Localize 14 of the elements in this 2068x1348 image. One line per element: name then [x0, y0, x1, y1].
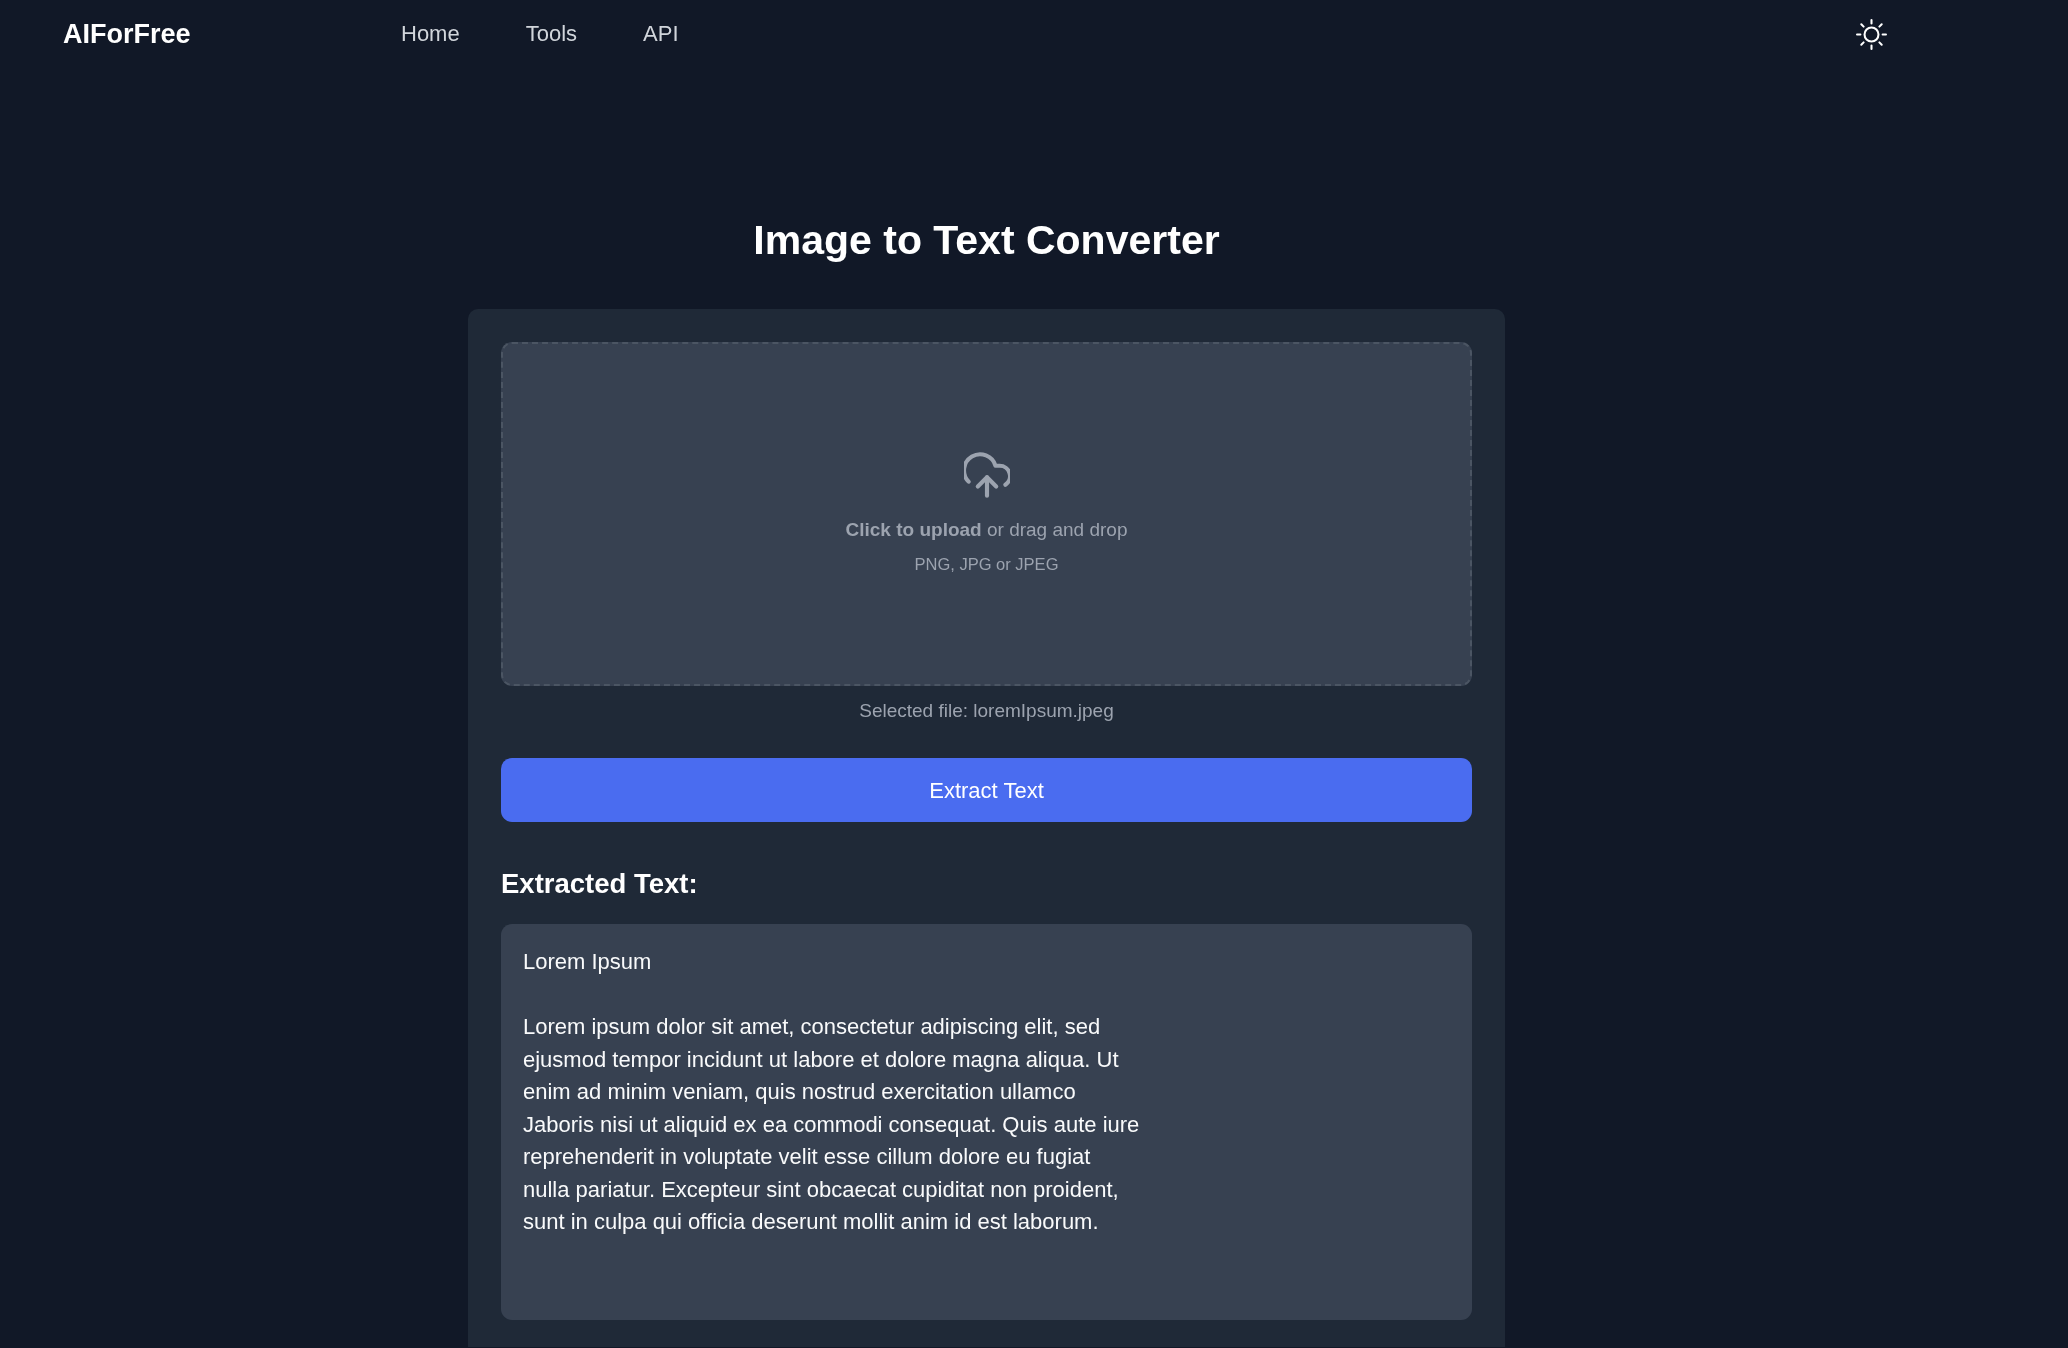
nav-link[interactable]: Tools — [525, 19, 578, 49]
selected-file-label: Selected file: loremIpsum.jpeg — [859, 699, 1114, 723]
page-title: Image to Text Converter — [752, 216, 1221, 265]
upload-dropzone[interactable]: Click to upload or drag and drop PNG, JPG or JPEG — [501, 342, 1472, 686]
result-heading: Extracted Text: — [501, 867, 698, 901]
upload-instructions: Click to upload or drag and drop — [845, 518, 1128, 542]
site-logo[interactable]: AIForFree — [63, 17, 191, 51]
accepted-formats: PNG, JPG or JPEG — [914, 554, 1059, 575]
extracted-text-area: Lorem Ipsum Lorem ipsum dolor sit amet, consectetur adipiscing elit, sed ejusmod tempor incidunt ut labore et dolore magna aliqua. Ut enim ad minim veniam, quis nostrud exercitation ullamco Jaboris nisi ut aliquid ex ea commodi consequat. Quis aute iure reprehenderit in voluptate velit esse cillum dolore eu fugiat nulla pariatur. Excepteur sint obcaecat cupiditat non proident, sunt in culpa qui officia deserunt mollit anim id est laborum. — [501, 924, 1472, 1320]
nav-link[interactable]: API — [643, 19, 679, 49]
extract-text-button[interactable]: Extract Text — [501, 758, 1472, 822]
sun-icon — [1856, 18, 1887, 50]
nav-link[interactable]: Home — [401, 19, 460, 49]
cloud-upload-icon — [963, 452, 1010, 498]
